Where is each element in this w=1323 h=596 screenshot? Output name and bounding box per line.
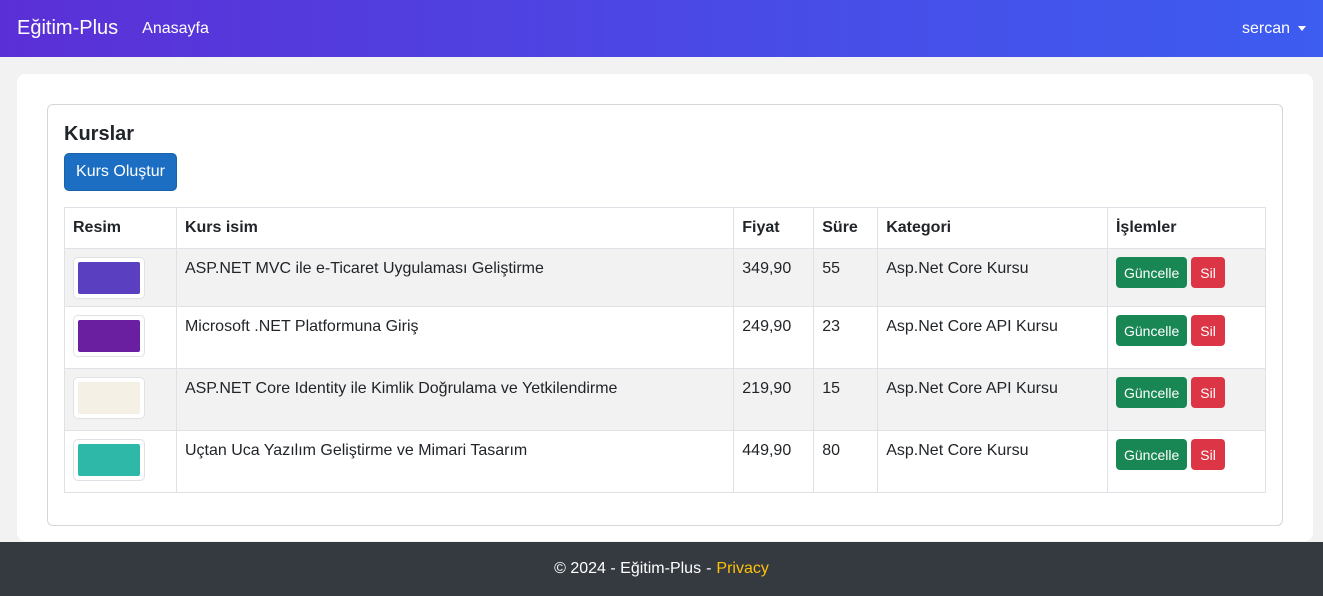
- course-thumbnail: [73, 377, 145, 419]
- course-thumbnail: [73, 315, 145, 357]
- courses-card: Kurslar Kurs Oluştur Resim Kurs isim Fiy…: [47, 104, 1283, 526]
- course-image: [78, 444, 140, 476]
- image-cell: [64, 248, 177, 307]
- course-category: Asp.Net Core API Kursu: [877, 306, 1108, 369]
- course-price: 449,90: [733, 430, 815, 493]
- course-thumbnail: [73, 257, 145, 299]
- course-price: 219,90: [733, 368, 815, 431]
- table-row: Uçtan Uca Yazılım Geliştirme ve Mimari T…: [64, 430, 1267, 493]
- course-price: 349,90: [733, 248, 815, 307]
- chevron-down-icon: [1298, 26, 1306, 31]
- course-price: 249,90: [733, 306, 815, 369]
- delete-button[interactable]: Sil: [1191, 439, 1225, 470]
- user-name: sercan: [1241, 19, 1290, 37]
- page-title: Kurslar: [64, 123, 135, 145]
- update-button[interactable]: Güncelle: [1115, 377, 1188, 408]
- course-category: Asp.Net Core API Kursu: [877, 368, 1108, 431]
- column-header: Fiyat: [733, 207, 815, 249]
- brand-link[interactable]: Eğitim-Plus: [17, 17, 118, 40]
- course-duration: 23: [813, 306, 879, 369]
- column-header: Kategori: [877, 207, 1108, 249]
- actions-cell: Güncelle Sil: [1106, 368, 1267, 431]
- privacy-link[interactable]: Privacy: [716, 560, 768, 578]
- table-row: ASP.NET MVC ile e-Ticaret Uygulaması Gel…: [64, 248, 1267, 307]
- footer-separator: -: [706, 560, 712, 577]
- course-duration: 80: [813, 430, 879, 493]
- create-course-button[interactable]: Kurs Oluştur: [64, 153, 177, 191]
- course-duration: 15: [813, 368, 879, 431]
- actions-cell: Güncelle Sil: [1106, 248, 1267, 307]
- image-cell: [64, 368, 177, 431]
- course-thumbnail: [73, 439, 145, 481]
- course-name: ASP.NET Core Identity ile Kimlik Doğrula…: [175, 368, 735, 431]
- table-row: ASP.NET Core Identity ile Kimlik Doğrula…: [64, 368, 1267, 431]
- column-header: İşlemler: [1106, 207, 1267, 249]
- course-category: Asp.Net Core Kursu: [877, 430, 1108, 493]
- footer: © 2024 - Eğitim-Plus - Privacy: [0, 542, 1323, 596]
- navbar: Eğitim-Plus Anasayfa sercan: [0, 0, 1323, 57]
- course-category: Asp.Net Core Kursu: [877, 248, 1108, 307]
- image-cell: [64, 430, 177, 493]
- image-cell: [64, 306, 177, 369]
- column-header: Resim: [64, 207, 177, 249]
- user-menu[interactable]: sercan: [1242, 20, 1306, 38]
- nav-home-link[interactable]: Anasayfa: [142, 20, 209, 38]
- update-button[interactable]: Güncelle: [1115, 439, 1188, 470]
- page-card: Kurslar Kurs Oluştur Resim Kurs isim Fiy…: [17, 74, 1313, 541]
- delete-button[interactable]: Sil: [1191, 315, 1225, 346]
- delete-button[interactable]: Sil: [1191, 377, 1225, 408]
- column-header: Kurs isim: [175, 207, 735, 249]
- course-image: [78, 262, 140, 294]
- table-row: Microsoft .NET Platformuna Giriş 249,90 …: [64, 306, 1267, 369]
- update-button[interactable]: Güncelle: [1115, 257, 1188, 288]
- course-image: [78, 320, 140, 352]
- courses-table: Resim Kurs isim Fiyat Süre Kategori İşle…: [64, 207, 1267, 493]
- update-button[interactable]: Güncelle: [1115, 315, 1188, 346]
- course-name: Microsoft .NET Platformuna Giriş: [175, 306, 735, 369]
- actions-cell: Güncelle Sil: [1106, 306, 1267, 369]
- course-image: [78, 382, 140, 414]
- column-header: Süre: [813, 207, 879, 249]
- course-name: ASP.NET MVC ile e-Ticaret Uygulaması Gel…: [175, 248, 735, 307]
- course-duration: 55: [813, 248, 879, 307]
- copyright-text: © 2024 - Eğitim-Plus: [554, 560, 702, 577]
- course-name: Uçtan Uca Yazılım Geliştirme ve Mimari T…: [175, 430, 735, 493]
- table-header-row: Resim Kurs isim Fiyat Süre Kategori İşle…: [64, 207, 1267, 249]
- delete-button[interactable]: Sil: [1191, 257, 1225, 288]
- actions-cell: Güncelle Sil: [1106, 430, 1267, 493]
